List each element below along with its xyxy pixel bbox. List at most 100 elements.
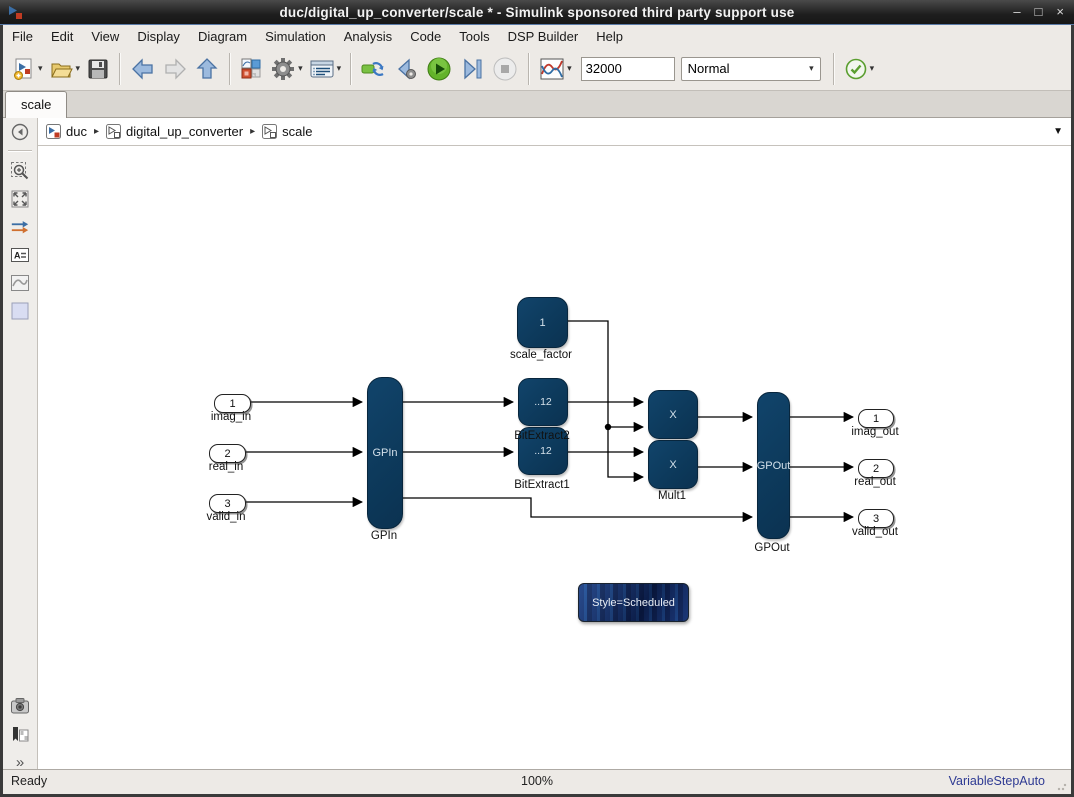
validate-check-icon bbox=[844, 57, 868, 81]
simulation-mode-value: Normal bbox=[688, 61, 730, 76]
signal-routing-button[interactable] bbox=[10, 217, 30, 237]
menu-analysis[interactable]: Analysis bbox=[335, 27, 401, 46]
subsystem-icon bbox=[106, 124, 121, 139]
tab-scale[interactable]: scale bbox=[5, 91, 67, 118]
forward-arrow-icon bbox=[162, 56, 188, 82]
open-model-button[interactable]: ▾ bbox=[46, 55, 84, 83]
new-model-button[interactable]: ▾ bbox=[9, 55, 46, 83]
block-label-mult1: Mult1 bbox=[612, 490, 732, 502]
inport-label-real-in: real_in bbox=[166, 461, 286, 473]
block-mult[interactable]: X bbox=[648, 390, 698, 439]
block-bitextract2[interactable]: ..12 bbox=[518, 378, 568, 426]
statusbar: Ready 100% VariableStepAuto bbox=[3, 769, 1071, 794]
menu-code[interactable]: Code bbox=[401, 27, 450, 46]
tabstrip: scale bbox=[3, 91, 1071, 118]
menu-tools[interactable]: Tools bbox=[450, 27, 498, 46]
dropdown-caret-icon: ▾ bbox=[76, 63, 81, 74]
settings-button[interactable]: ▾ bbox=[267, 54, 306, 84]
block-label-gpout: GPOut bbox=[712, 542, 832, 554]
save-model-button[interactable] bbox=[83, 55, 113, 83]
scope-icon bbox=[539, 56, 565, 82]
minimize-button[interactable]: – bbox=[1013, 0, 1020, 24]
area-button[interactable] bbox=[10, 301, 30, 321]
validate-button[interactable]: ▾ bbox=[841, 55, 878, 83]
stop-icon bbox=[491, 55, 519, 83]
fit-to-view-button[interactable] bbox=[10, 189, 30, 209]
dropdown-caret-icon: ▾ bbox=[567, 63, 572, 74]
fit-to-view-icon bbox=[10, 189, 30, 209]
dropdown-caret-icon: ▾ bbox=[870, 63, 875, 74]
update-diagram-button[interactable] bbox=[358, 54, 390, 84]
menu-display[interactable]: Display bbox=[128, 27, 189, 46]
run-button[interactable] bbox=[422, 53, 456, 85]
palette-separator bbox=[8, 150, 32, 152]
model-configuration-icon bbox=[309, 57, 335, 81]
step-forward-button[interactable] bbox=[456, 54, 488, 84]
up-to-parent-button[interactable] bbox=[191, 54, 223, 84]
block-label-gpin: GPIn bbox=[324, 530, 444, 542]
stop-time-input[interactable] bbox=[581, 57, 675, 81]
forward-button[interactable] bbox=[159, 54, 191, 84]
breadcrumb-item-duc[interactable]: duc bbox=[42, 124, 91, 139]
scope-button[interactable]: ▾ bbox=[536, 54, 575, 84]
simulation-mode-select[interactable]: Normal ▾ bbox=[681, 57, 821, 81]
block-gpin[interactable]: GPIn bbox=[367, 377, 403, 529]
annotation-style-scheduled[interactable]: Style=Scheduled bbox=[578, 583, 689, 622]
legend-icon bbox=[10, 725, 30, 745]
stop-button[interactable] bbox=[488, 53, 522, 85]
branch-point bbox=[605, 424, 611, 430]
circle-back-icon bbox=[11, 123, 29, 141]
image-button[interactable] bbox=[10, 273, 30, 293]
menu-file[interactable]: File bbox=[3, 27, 42, 46]
image-icon bbox=[10, 274, 30, 292]
annotation-button[interactable]: A bbox=[10, 245, 30, 265]
solver-indicator[interactable]: VariableStepAuto bbox=[949, 774, 1045, 788]
menu-simulation[interactable]: Simulation bbox=[256, 27, 335, 46]
diagram-canvas[interactable]: 1 scale_factor GPIn GPIn ..12 BitExtract… bbox=[38, 146, 1071, 770]
close-button[interactable]: × bbox=[1056, 0, 1064, 24]
step-back-button[interactable] bbox=[390, 54, 422, 84]
breadcrumb-item-digital-up-converter[interactable]: digital_up_converter bbox=[102, 124, 247, 139]
menu-dsp-builder[interactable]: DSP Builder bbox=[499, 27, 588, 46]
zoom-region-button[interactable] bbox=[10, 161, 30, 181]
toolbar: ▾ ▾ bbox=[3, 47, 1071, 91]
titlebar: duc/digital_up_converter/scale * - Simul… bbox=[0, 0, 1074, 25]
inport-label-imag-in: imag_in bbox=[171, 411, 291, 423]
update-diagram-icon bbox=[361, 56, 387, 82]
model-modified-icon bbox=[46, 124, 61, 139]
dropdown-caret-icon: ▾ bbox=[337, 63, 342, 74]
open-folder-icon bbox=[49, 57, 74, 81]
breadcrumb-label: digital_up_converter bbox=[126, 124, 243, 139]
breadcrumb-item-scale[interactable]: scale bbox=[258, 124, 316, 139]
zoom-level: 100% bbox=[3, 774, 1071, 788]
toolbar-separator bbox=[833, 53, 835, 85]
maximize-button[interactable]: □ bbox=[1035, 0, 1043, 24]
model-configuration-button[interactable]: ▾ bbox=[306, 55, 345, 83]
signal-routing-icon bbox=[10, 218, 30, 236]
toolbar-separator bbox=[350, 53, 352, 85]
save-icon bbox=[86, 57, 110, 81]
library-browser-button[interactable] bbox=[237, 55, 267, 83]
block-scale-factor[interactable]: 1 bbox=[517, 297, 568, 348]
gear-icon bbox=[270, 56, 296, 82]
hide-browser-button[interactable] bbox=[10, 122, 30, 142]
breadcrumb-dropdown-icon[interactable]: ▼ bbox=[1053, 126, 1063, 137]
toolbar-separator bbox=[229, 53, 231, 85]
menu-edit[interactable]: Edit bbox=[42, 27, 82, 46]
back-arrow-icon bbox=[130, 56, 156, 82]
toolbar-separator bbox=[528, 53, 530, 85]
legend-button[interactable] bbox=[10, 725, 30, 745]
menu-view[interactable]: View bbox=[82, 27, 128, 46]
step-forward-icon bbox=[459, 56, 485, 82]
block-gpout[interactable]: GPOut bbox=[757, 392, 790, 539]
outport-label-imag-out: imag_out bbox=[815, 426, 935, 438]
resize-grip[interactable] bbox=[1057, 781, 1067, 791]
palette-sidebar: A bbox=[3, 118, 38, 770]
screenshot-button[interactable] bbox=[10, 696, 30, 716]
up-arrow-icon bbox=[194, 56, 220, 82]
back-button[interactable] bbox=[127, 54, 159, 84]
menu-help[interactable]: Help bbox=[587, 27, 632, 46]
menu-diagram[interactable]: Diagram bbox=[189, 27, 256, 46]
outport-label-valid-out: valid_out bbox=[815, 526, 935, 538]
block-mult1[interactable]: X bbox=[648, 440, 698, 489]
